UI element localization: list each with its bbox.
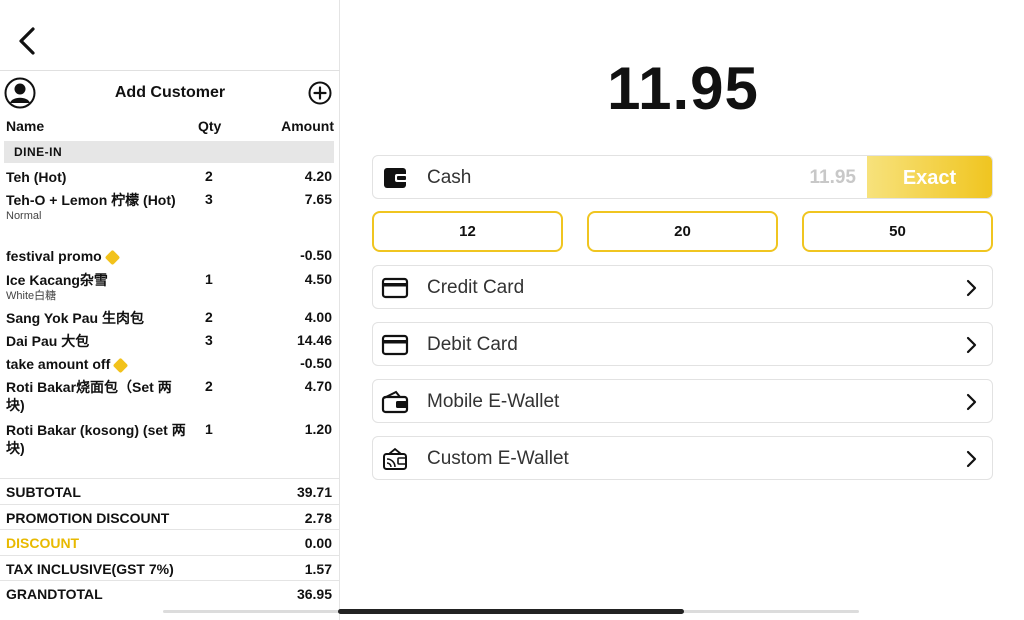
payment-method-label: Mobile E-Wallet [427, 391, 560, 412]
chevron-right-icon [966, 336, 977, 354]
add-circle-icon[interactable] [308, 81, 332, 105]
avatar-icon [4, 77, 36, 109]
item-amount: 7.65 [304, 191, 332, 207]
item-modifier: Normal [6, 210, 42, 222]
cash-label: Cash [427, 167, 472, 188]
item-amount: 4.00 [304, 309, 332, 325]
subtotal-value: 39.71 [296, 484, 332, 500]
tax-label: TAX INCLUSIVE(GST 7%) [6, 560, 174, 577]
add-customer-row[interactable]: Add Customer [0, 70, 340, 114]
item-name: Dai Pau 大包 [6, 333, 90, 349]
quick-amount-button[interactable]: 20 [587, 211, 778, 252]
custom-wallet-icon [383, 447, 407, 470]
subtotal-label: SUBTOTAL [6, 484, 81, 500]
payment-method-label: Credit Card [427, 277, 525, 298]
item-amount: 4.50 [304, 271, 332, 287]
discount-row[interactable]: DISCOUNT 0.00 [0, 529, 340, 555]
grandtotal-row: GRANDTOTAL 36.95 [0, 580, 340, 606]
column-qty: Qty [198, 118, 222, 134]
item-amount: 1.20 [304, 421, 332, 437]
discount-value: 0.00 [304, 535, 332, 552]
item-modifier: White白糖 [6, 290, 57, 302]
payment-mobile-e-wallet[interactable]: Mobile E-Wallet [372, 379, 993, 423]
section-header: DINE-IN [4, 141, 334, 163]
item-qty: 2 [205, 309, 213, 325]
item-name: Roti Bakar (kosong) (set 两块) [6, 422, 186, 456]
add-customer-label: Add Customer [114, 83, 226, 101]
promotion-discount-label: PROMOTION DISCOUNT [6, 509, 170, 526]
chevron-right-icon [966, 393, 977, 411]
item-name: Ice Kacang杂雪 [6, 272, 108, 288]
item-qty: 3 [205, 191, 213, 207]
order-columns-header: Name Qty Amount [0, 118, 340, 138]
item-amount: 4.20 [304, 168, 332, 184]
item-qty: 3 [205, 332, 213, 348]
payment-debit-card[interactable]: Debit Card [372, 322, 993, 366]
promotion-discount-row: PROMOTION DISCOUNT 2.78 [0, 503, 340, 530]
item-name: festival promo [6, 248, 102, 264]
column-amount: Amount [281, 118, 334, 134]
item-name: take amount off [6, 356, 111, 372]
column-name: Name [6, 118, 45, 134]
discount-label[interactable]: DISCOUNT [6, 535, 79, 551]
payment-method-label: Custom E-Wallet [427, 448, 569, 469]
item-qty: 1 [205, 421, 213, 437]
payment-custom-e-wallet[interactable]: Custom E-Wallet [372, 436, 993, 480]
quick-amount-button[interactable]: 12 [372, 211, 563, 252]
chevron-right-icon [966, 450, 977, 468]
payment-method-label: Debit Card [427, 334, 518, 355]
item-qty: 2 [205, 378, 213, 394]
grandtotal-label: GRANDTOTAL [6, 586, 103, 603]
item-qty: 2 [205, 168, 213, 184]
promo-tag-icon [112, 357, 129, 374]
item-amount: 4.70 [304, 378, 332, 394]
item-qty: 1 [205, 271, 213, 287]
item-amount: -0.50 [300, 355, 332, 371]
quick-amount-button[interactable]: 50 [802, 211, 993, 252]
back-button[interactable] [12, 26, 42, 56]
item-amount: -0.50 [300, 247, 332, 263]
promo-tag-icon [104, 249, 120, 266]
chevron-left-icon [19, 27, 35, 55]
promotion-discount-value: 2.78 [304, 509, 332, 526]
wallet-icon [381, 390, 409, 414]
tax-row: TAX INCLUSIVE(GST 7%) 1.57 [0, 554, 340, 581]
payment-credit-card[interactable]: Credit Card [372, 265, 993, 309]
cash-amount-input[interactable]: 11.95 [810, 167, 857, 189]
amount-due: 11.95 [607, 55, 759, 122]
chevron-right-icon [966, 279, 977, 297]
credit-card-icon [381, 277, 409, 299]
debit-card-icon [381, 334, 409, 356]
item-name: Roti Bakar烧面包（Set 两块) [6, 379, 172, 413]
item-name: Sang Yok Pau 生肉包 [6, 310, 144, 326]
item-name: Teh (Hot) [6, 169, 67, 185]
order-panel: Add Customer Name Qty Amount DINE-IN Teh… [0, 0, 340, 620]
tax-value: 1.57 [304, 560, 332, 577]
cash-wallet-icon [384, 168, 408, 188]
exact-button[interactable]: Exact [867, 156, 992, 198]
item-name: Teh-O + Lemon 柠檬 (Hot) [6, 192, 176, 208]
totals-table: SUBTOTAL 39.71 PROMOTION DISCOUNT 2.78 D… [0, 478, 340, 606]
cash-row[interactable]: Cash 11.95 Exact [372, 155, 993, 199]
grandtotal-value: 36.95 [296, 586, 332, 603]
subtotal-row: SUBTOTAL 39.71 [0, 478, 340, 504]
scrollbar-thumb[interactable] [338, 609, 684, 614]
item-amount: 14.46 [296, 332, 332, 348]
